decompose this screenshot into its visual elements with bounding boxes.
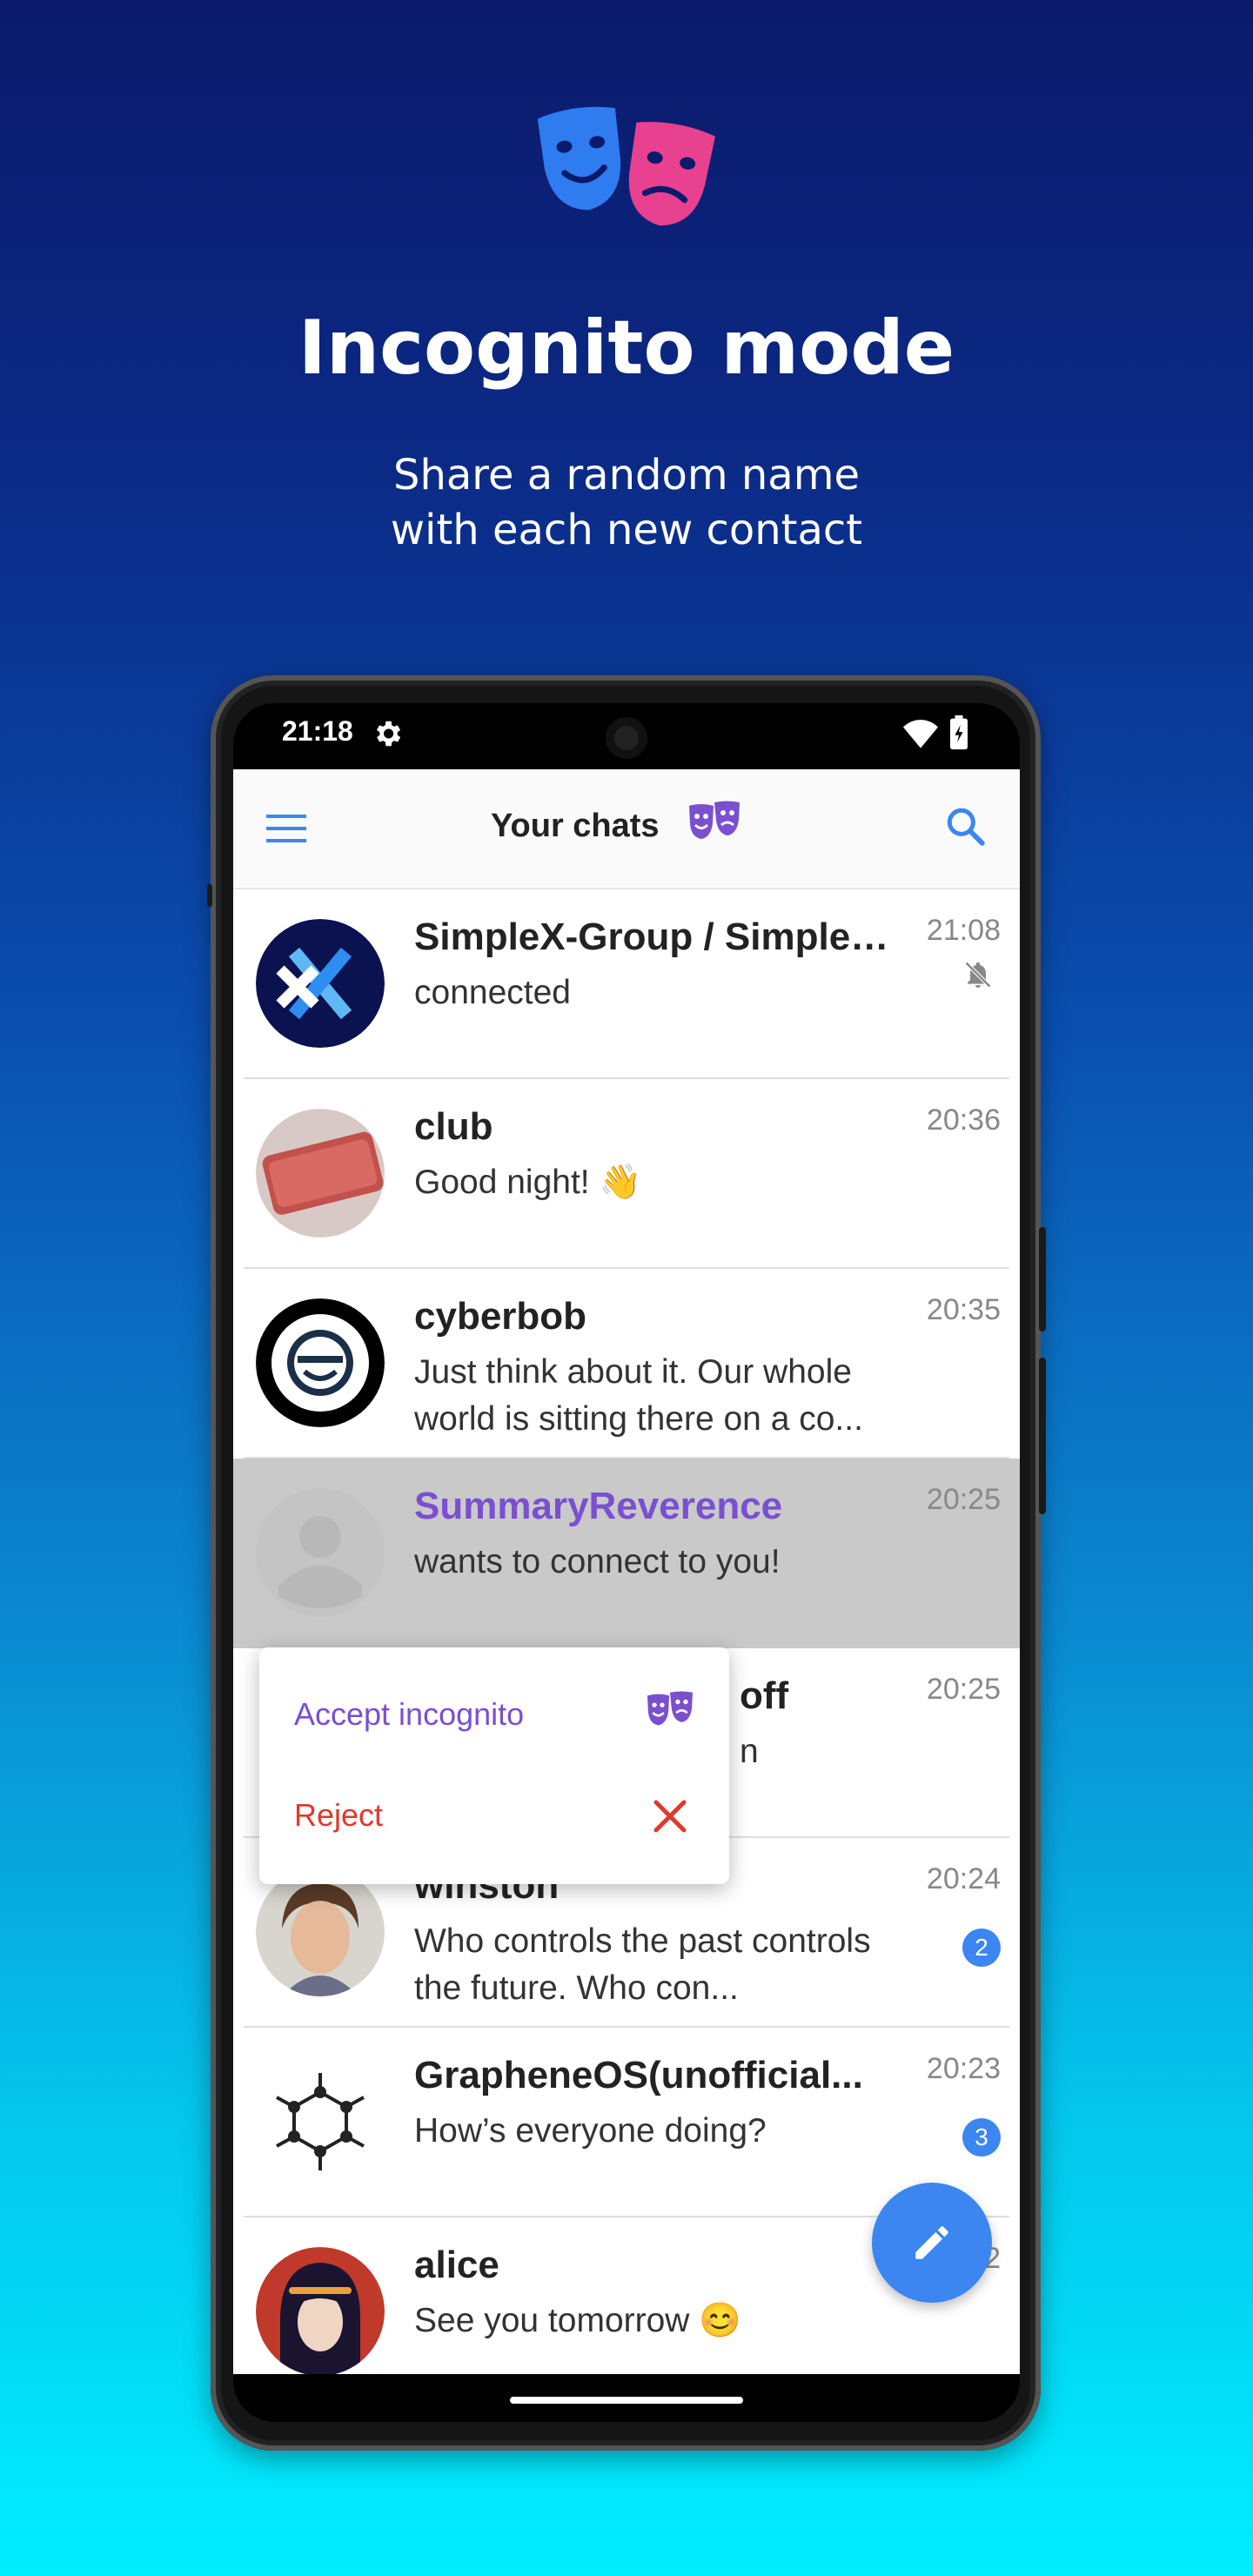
home-indicator[interactable] — [510, 2397, 743, 2404]
chat-time: 20:35 — [926, 1293, 1001, 1326]
chat-name: SummaryReverence — [414, 1485, 783, 1527]
chat-row-simplex-group[interactable]: SimpleX-Group / SimpleX... connected 21:… — [233, 889, 1020, 1079]
chat-preview: n — [740, 1733, 759, 1770]
gesture-nav-bar — [233, 2374, 1020, 2422]
chat-list-screen: Your chats SimpleX-Group / SimpleX... co… — [233, 769, 1020, 2376]
chat-preview: wants to connect to you! — [414, 1543, 781, 1580]
incognito-masks-icon — [687, 801, 741, 855]
avatar — [256, 2247, 385, 2376]
avatar — [256, 1488, 385, 1617]
phone-side-button — [207, 884, 212, 907]
phone-side-button — [1039, 1227, 1046, 1332]
incognito-masks-icon — [537, 103, 717, 233]
avatar — [256, 1109, 385, 1238]
close-icon[interactable] — [653, 1799, 687, 1838]
chat-name: GrapheneOS(unofficial... — [414, 2054, 863, 2096]
chat-name: SimpleX-Group / SimpleX... — [414, 916, 901, 958]
pencil-icon — [915, 2226, 948, 2259]
accept-incognito-menu-item[interactable]: Accept incognito — [294, 1696, 524, 1733]
unread-badge: 2 — [962, 1929, 1001, 1967]
chat-name: club — [414, 1105, 493, 1148]
avatar — [256, 919, 385, 1048]
hamburger-menu-icon[interactable] — [265, 811, 308, 850]
phone-screen: 21:18 Your chats SimpleX-Group / SimpleX… — [233, 703, 1020, 2422]
chat-row-grapheneos[interactable]: GrapheneOS(unofficial... How’s everyone … — [233, 2028, 1020, 2217]
front-camera — [606, 717, 647, 759]
status-bar: 21:18 — [233, 703, 1020, 769]
promo-subtitle-line-1: Share a random name — [393, 451, 860, 500]
chat-time: 20:23 — [926, 2052, 1001, 2085]
chat-preview: Who controls the past controls the futur… — [414, 1922, 871, 2007]
unread-badge: 3 — [962, 2118, 1001, 2157]
app-bar: Your chats — [233, 769, 1020, 889]
status-time: 21:18 — [282, 715, 353, 747]
reject-menu-item[interactable]: Reject — [294, 1797, 383, 1834]
promo-subtitle-line-2: with each new contact — [390, 506, 863, 554]
phone-side-button — [1039, 1358, 1046, 1514]
promo-subtitle: Share a random name with each new contac… — [0, 448, 1253, 558]
avatar — [256, 1298, 385, 1427]
contact-request-menu: Accept incognito Reject — [259, 1647, 729, 1884]
search-icon[interactable] — [943, 804, 987, 852]
chat-name: alice — [414, 2244, 499, 2286]
chat-preview: See you tomorrow 😊 — [414, 2302, 741, 2339]
chat-time: 21:08 — [926, 914, 1001, 947]
chat-time: 20:25 — [926, 1673, 1001, 1706]
chat-preview: connected — [414, 974, 571, 1011]
chat-preview: How’s everyone doing? — [414, 2112, 767, 2150]
avatar — [256, 2057, 385, 2186]
wifi-icon — [903, 719, 938, 753]
chat-preview: Good night! 👋 — [414, 1164, 642, 1201]
gear-icon — [371, 717, 404, 755]
chat-row-cyberbob[interactable]: cyberbob Just think about it. Our whole … — [233, 1269, 1020, 1459]
chat-time: 20:25 — [926, 1483, 1001, 1516]
chat-name: cyberbob — [414, 1295, 587, 1338]
chat-time: 20:24 — [926, 1862, 1001, 1895]
promo-headline: Incognito mode — [298, 305, 955, 392]
chat-time: 20:36 — [926, 1104, 1001, 1137]
chat-row-contact-request[interactable]: SummaryReverence wants to connect to you… — [233, 1459, 1020, 1648]
chat-row-club[interactable]: club Good night! 👋 20:36 — [233, 1079, 1020, 1269]
muted-bell-icon — [962, 959, 994, 995]
avatar — [256, 1868, 385, 1996]
battery-icon — [948, 715, 969, 755]
chat-preview: Just think about it. Our whole world is … — [414, 1353, 863, 1438]
page-title: Your chats — [491, 808, 660, 844]
new-chat-button[interactable] — [872, 2183, 992, 2303]
incognito-masks-icon[interactable] — [646, 1691, 694, 1741]
